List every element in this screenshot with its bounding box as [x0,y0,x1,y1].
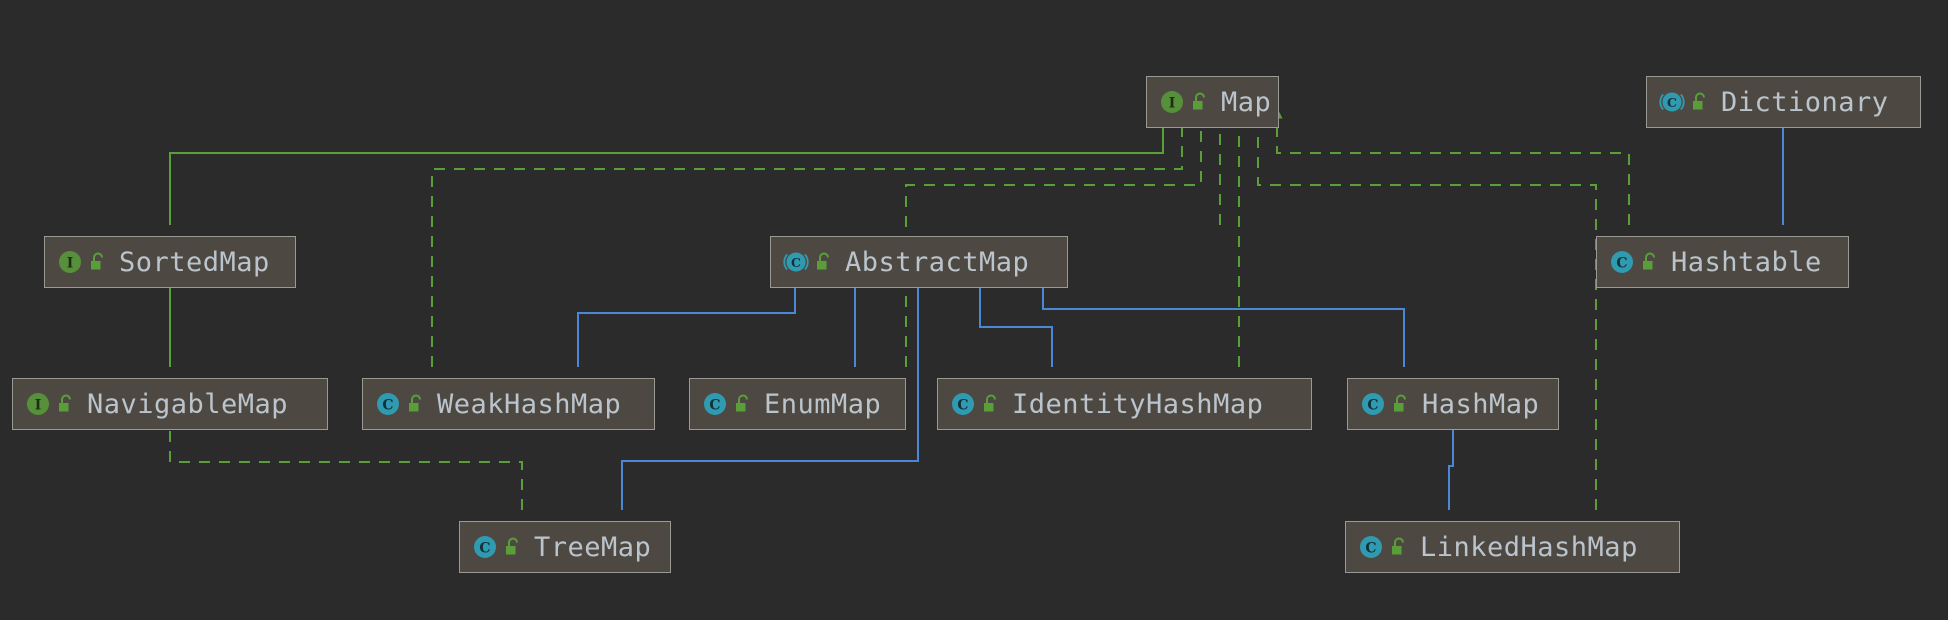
node-label: Hashtable [1671,246,1822,278]
node-treemap[interactable]: C TreeMap [459,521,671,573]
node-hashtable[interactable]: C Hashtable [1596,236,1849,288]
unlocked-public-icon [57,394,75,414]
edge-identityhashmap-to-abstractmap [974,267,1053,367]
node-label: LinkedHashMap [1420,531,1638,563]
edge-sortedmap-to-map [169,107,1169,225]
class-icon: C [472,534,498,560]
class-icon: C [1609,249,1635,275]
abstract-class-icon: C [783,249,809,275]
node-navigablemap[interactable]: I NavigableMap [12,378,328,430]
svg-text:C: C [957,398,968,414]
node-label: WeakHashMap [437,388,622,420]
svg-text:C: C [1367,398,1378,414]
svg-text:C: C [382,398,393,414]
svg-text:C: C [479,541,490,557]
abstract-class-icon: C [1659,89,1685,115]
interface-icon: I [1159,89,1185,115]
edge-hashtable-to-map [1271,107,1630,225]
svg-text:C: C [1365,541,1376,557]
class-icon: C [1358,534,1384,560]
class-diagram-canvas: I Map C Dictionary I SortedMap C Abstrac… [0,0,1948,620]
node-map[interactable]: I Map [1146,76,1279,128]
node-label: NavigableMap [87,388,289,420]
edge-hashmap-to-abstractmap [1037,267,1405,367]
unlocked-public-icon [89,252,107,272]
node-label: IdentityHashMap [1012,388,1264,420]
node-label: SortedMap [119,246,270,278]
node-sortedmap[interactable]: I SortedMap [44,236,296,288]
node-enummap[interactable]: C EnumMap [689,378,906,430]
svg-text:I: I [35,398,42,414]
svg-text:C: C [1667,95,1677,110]
svg-text:I: I [67,256,74,272]
edge-linkedhashmap-to-hashmap [1447,409,1459,510]
edge-weakhashmap-to-abstractmap [577,267,801,367]
node-label: EnumMap [764,388,882,420]
svg-text:C: C [1616,256,1627,272]
class-icon: C [375,391,401,417]
node-label: Map [1221,86,1272,118]
unlocked-public-icon [1390,537,1408,557]
unlocked-public-icon [1191,92,1209,112]
node-hashmap[interactable]: C HashMap [1347,378,1559,430]
node-linkedhashmap[interactable]: C LinkedHashMap [1345,521,1680,573]
node-identityhashmap[interactable]: C IdentityHashMap [937,378,1312,430]
node-dictionary[interactable]: C Dictionary [1646,76,1921,128]
node-label: AbstractMap [845,246,1030,278]
svg-text:C: C [791,255,801,270]
unlocked-public-icon [407,394,425,414]
node-abstractmap[interactable]: C AbstractMap [770,236,1068,288]
node-label: TreeMap [534,531,652,563]
interface-icon: I [57,249,83,275]
unlocked-public-icon [982,394,1000,414]
class-icon: C [702,391,728,417]
unlocked-public-icon [1392,394,1410,414]
interface-icon: I [25,391,51,417]
svg-text:C: C [709,398,720,414]
node-label: Dictionary [1721,86,1889,118]
node-label: HashMap [1422,388,1540,420]
class-icon: C [950,391,976,417]
unlocked-public-icon [815,252,833,272]
unlocked-public-icon [504,537,522,557]
class-icon: C [1360,391,1386,417]
svg-text:I: I [1169,96,1176,112]
node-weakhashmap[interactable]: C WeakHashMap [362,378,655,430]
edge-linkedhashmap-to-map [1252,107,1597,510]
unlocked-public-icon [1641,252,1659,272]
unlocked-public-icon [734,394,752,414]
edge-treemap-to-navigablemap [164,409,523,510]
unlocked-public-icon [1691,92,1709,112]
